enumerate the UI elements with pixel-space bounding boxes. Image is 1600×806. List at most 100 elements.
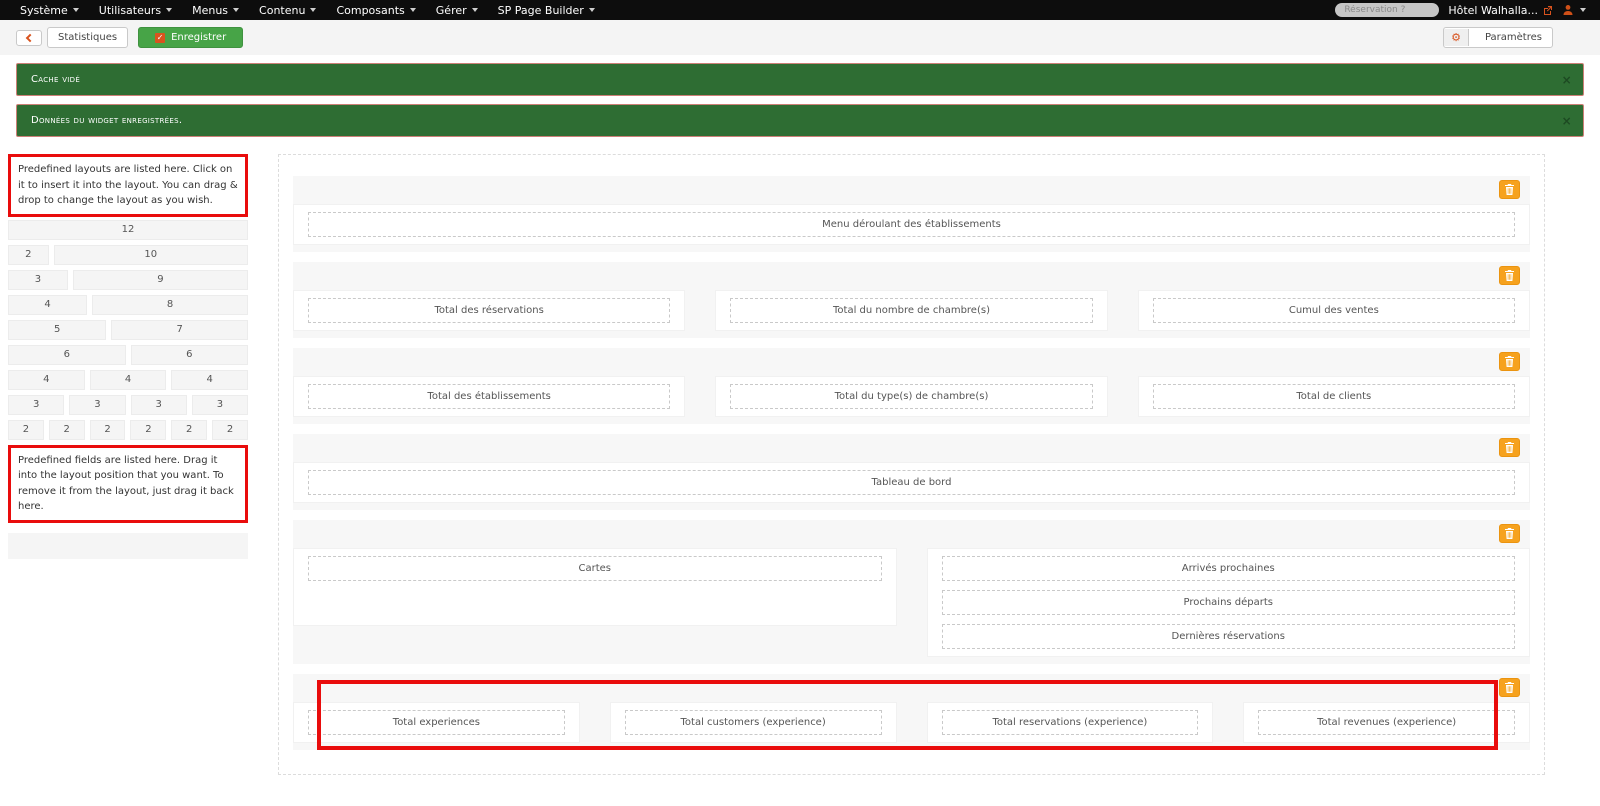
widget[interactable]: Total des réservations bbox=[308, 298, 670, 323]
fields-dropzone[interactable] bbox=[8, 533, 248, 559]
layout-preset-3-9[interactable]: 9 bbox=[73, 270, 248, 290]
layout-preset-2-2-2-2-2-2[interactable]: 2 bbox=[8, 420, 44, 440]
user-menu[interactable] bbox=[1562, 4, 1590, 16]
layout-preset-12[interactable]: 12 bbox=[8, 220, 248, 240]
menu-item-label: Utilisateurs bbox=[99, 4, 161, 17]
chevron-down-icon bbox=[589, 8, 595, 12]
layout-column: Total reservations (experience) bbox=[927, 702, 1214, 743]
layout-preset-2-10[interactable]: 10 bbox=[54, 245, 249, 265]
preset-row: 222222 bbox=[8, 420, 248, 440]
menu-item-utilisateurs[interactable]: Utilisateurs bbox=[89, 4, 182, 17]
layout-preset-6-6[interactable]: 6 bbox=[131, 345, 249, 365]
external-link-icon bbox=[1543, 5, 1553, 15]
widget[interactable]: Total des établissements bbox=[308, 384, 670, 409]
delete-row-button[interactable] bbox=[1499, 266, 1520, 285]
widget[interactable]: Total du nombre de chambre(s) bbox=[730, 298, 1092, 323]
save-button-label: Enregistrer bbox=[171, 32, 226, 43]
back-button[interactable] bbox=[16, 30, 42, 46]
delete-row-button[interactable] bbox=[1499, 524, 1520, 543]
row-columns: Total des réservations Total du nombre de… bbox=[293, 290, 1530, 331]
widget[interactable]: Tableau de bord bbox=[308, 470, 1515, 495]
close-icon[interactable]: × bbox=[1562, 115, 1572, 127]
settings-button-label: Paramètres bbox=[1475, 28, 1552, 47]
topbar-menus: Système Utilisateurs Menus Contenu Composant… bbox=[10, 4, 605, 17]
delete-row-button[interactable] bbox=[1499, 180, 1520, 199]
layout-column: Total revenues (experience) bbox=[1243, 702, 1530, 743]
menu-item-label: Menus bbox=[192, 4, 228, 17]
layout-column: Total du nombre de chambre(s) bbox=[715, 290, 1107, 331]
fields-help-text: Predefined fields are listed here. Drag … bbox=[8, 445, 248, 523]
alert-message: Données du widget enregistrées. × bbox=[16, 104, 1584, 137]
menu-item-sp-page-builder[interactable]: SP Page Builder bbox=[488, 4, 605, 17]
widget[interactable]: Total revenues (experience) bbox=[1258, 710, 1515, 735]
delete-row-button[interactable] bbox=[1499, 438, 1520, 457]
layout-preset-2-2-2-2-2-2[interactable]: 2 bbox=[130, 420, 166, 440]
widget[interactable]: Total du type(s) de chambre(s) bbox=[730, 384, 1092, 409]
gear-icon: ⚙ bbox=[1444, 29, 1469, 46]
trash-icon bbox=[1505, 356, 1514, 367]
layout-preset-2-2-2-2-2-2[interactable]: 2 bbox=[49, 420, 85, 440]
menu-item-gerer[interactable]: Gérer bbox=[426, 4, 488, 17]
chevron-down-icon bbox=[1580, 8, 1586, 12]
alert-message: Cache vidé × bbox=[16, 63, 1584, 96]
layout-column: Total du type(s) de chambre(s) bbox=[715, 376, 1107, 417]
layout-preset-3-3-3-3[interactable]: 3 bbox=[69, 395, 125, 415]
layout-preset-4-8[interactable]: 4 bbox=[8, 295, 87, 315]
close-icon[interactable]: × bbox=[1562, 74, 1572, 86]
statistics-button[interactable]: Statistiques bbox=[47, 27, 128, 48]
widget[interactable]: Prochains départs bbox=[942, 590, 1516, 615]
chevron-down-icon bbox=[310, 8, 316, 12]
trash-icon bbox=[1505, 184, 1514, 195]
widget[interactable]: Menu déroulant des établissements bbox=[308, 212, 1515, 237]
alert-text: Données du widget enregistrées. bbox=[31, 115, 182, 126]
dashboard-builder-canvas: Menu déroulant des établissements Total d… bbox=[278, 154, 1545, 775]
menu-item-contenu[interactable]: Contenu bbox=[249, 4, 326, 17]
delete-row-button[interactable] bbox=[1499, 678, 1520, 697]
widget[interactable]: Total customers (experience) bbox=[625, 710, 882, 735]
layout-preset-4-4-4[interactable]: 4 bbox=[8, 370, 85, 390]
layout-preset-3-3-3-3[interactable]: 3 bbox=[131, 395, 187, 415]
layout-preset-5-7[interactable]: 7 bbox=[111, 320, 248, 340]
menu-item-systeme[interactable]: Système bbox=[10, 4, 89, 17]
trash-icon bbox=[1505, 682, 1514, 693]
menu-item-label: Contenu bbox=[259, 4, 305, 17]
layout-preset-3-3-3-3[interactable]: 3 bbox=[192, 395, 248, 415]
trash-icon bbox=[1505, 528, 1514, 539]
delete-row-button[interactable] bbox=[1499, 352, 1520, 371]
trash-icon bbox=[1505, 270, 1514, 281]
layout-preset-4-8[interactable]: 8 bbox=[92, 295, 248, 315]
layout-preset-2-2-2-2-2-2[interactable]: 2 bbox=[212, 420, 248, 440]
layout-preset-4-4-4[interactable]: 4 bbox=[171, 370, 248, 390]
menu-item-menus[interactable]: Menus bbox=[182, 4, 249, 17]
layout-preset-2-2-2-2-2-2[interactable]: 2 bbox=[171, 420, 207, 440]
layout-preset-2-2-2-2-2-2[interactable]: 2 bbox=[90, 420, 126, 440]
row-columns: Tableau de bord bbox=[293, 462, 1530, 503]
widget[interactable]: Total reservations (experience) bbox=[942, 710, 1199, 735]
builder-row: Cartes Arrivés prochaines Prochains départ… bbox=[293, 520, 1530, 664]
layout-column: Total des réservations bbox=[293, 290, 685, 331]
menu-item-composants[interactable]: Composants bbox=[326, 4, 425, 17]
alert-text: Cache vidé bbox=[31, 74, 80, 85]
layout-preset-3-9[interactable]: 3 bbox=[8, 270, 68, 290]
builder-row: Total des réservations Total du nombre de… bbox=[293, 262, 1530, 338]
layout-preset-5-7[interactable]: 5 bbox=[8, 320, 106, 340]
layout-preset-4-4-4[interactable]: 4 bbox=[90, 370, 167, 390]
menu-item-label: Gérer bbox=[436, 4, 467, 17]
widget[interactable]: Cartes bbox=[308, 556, 882, 581]
widget[interactable]: Arrivés prochaines bbox=[942, 556, 1516, 581]
save-button[interactable]: ✓ Enregistrer bbox=[138, 27, 243, 48]
widget[interactable]: Total de clients bbox=[1153, 384, 1515, 409]
layout-preset-6-6[interactable]: 6 bbox=[8, 345, 126, 365]
search-input[interactable] bbox=[1335, 3, 1439, 17]
site-preview-link[interactable]: Hôtel Walhalla... bbox=[1448, 4, 1553, 17]
chevron-down-icon bbox=[233, 8, 239, 12]
layout-preset-2-10[interactable]: 2 bbox=[8, 245, 49, 265]
widget[interactable]: Cumul des ventes bbox=[1153, 298, 1515, 323]
save-icon: ✓ bbox=[155, 33, 165, 43]
menu-item-label: Composants bbox=[336, 4, 404, 17]
widget[interactable]: Dernières réservations bbox=[942, 624, 1516, 649]
settings-button[interactable]: ⚙ Paramètres bbox=[1443, 27, 1553, 48]
widget[interactable]: Total experiences bbox=[308, 710, 565, 735]
layout-presets: 12210394857664443333222222 bbox=[8, 220, 248, 440]
layout-preset-3-3-3-3[interactable]: 3 bbox=[8, 395, 64, 415]
